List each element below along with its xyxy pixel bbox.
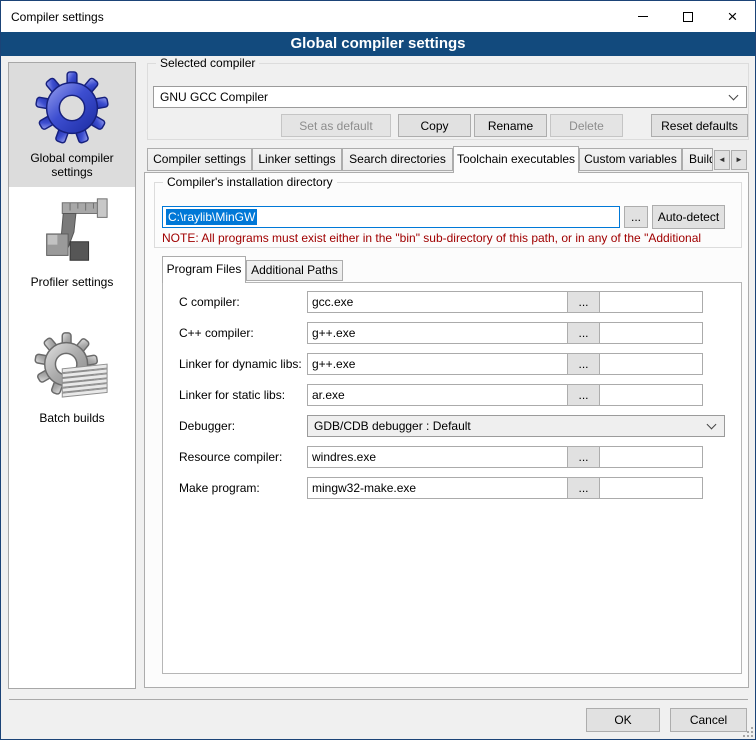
subtab-program-files[interactable]: Program Files	[162, 256, 246, 283]
make-program-input[interactable]	[307, 477, 703, 499]
static-linker-row: Linker for static libs: ...	[163, 384, 741, 406]
close-button[interactable]: ×	[710, 1, 755, 32]
sidebar-item-profiler-settings[interactable]: Profiler settings	[9, 187, 135, 297]
minimize-icon	[638, 16, 648, 17]
set-as-default-button[interactable]: Set as default	[281, 114, 391, 137]
arrow-left-icon: ◄	[718, 155, 726, 164]
maximize-button[interactable]	[665, 1, 710, 32]
program-files-page: C compiler: ... C++ compiler: ... Linker…	[162, 282, 742, 674]
chevron-down-icon	[729, 91, 739, 101]
installation-directory-selected-text: C:\raylib\MinGW	[166, 209, 257, 225]
maximize-icon	[683, 12, 693, 22]
debugger-label: Debugger:	[179, 419, 235, 433]
dynamic-linker-input[interactable]	[307, 353, 703, 375]
auto-detect-button[interactable]: Auto-detect	[652, 205, 725, 229]
settings-category-list: Global compiler settings Profiler settin…	[8, 62, 136, 689]
compiler-select[interactable]: GNU GCC Compiler	[153, 86, 747, 108]
installation-directory-group-label: Compiler's installation directory	[163, 175, 337, 189]
resource-compiler-browse-button[interactable]: ...	[567, 446, 600, 468]
close-icon: ×	[728, 8, 738, 25]
installation-directory-input[interactable]: C:\raylib\MinGW	[162, 206, 620, 228]
resource-compiler-label: Resource compiler:	[179, 450, 282, 464]
bin-subdirectory-note: NOTE: All programs must exist either in …	[162, 231, 734, 245]
debugger-select[interactable]: GDB/CDB debugger : Default	[307, 415, 725, 437]
cpp-compiler-input[interactable]	[307, 322, 703, 344]
static-linker-label: Linker for static libs:	[179, 388, 285, 402]
debugger-select-value: GDB/CDB debugger : Default	[314, 419, 471, 433]
chevron-down-icon	[707, 420, 717, 430]
tab-custom-variables[interactable]: Custom variables	[579, 148, 682, 171]
minimize-button[interactable]	[620, 1, 665, 32]
c-compiler-input[interactable]	[307, 291, 703, 313]
tab-scroll-right-button[interactable]: ►	[731, 150, 747, 170]
blue-gear-icon	[33, 69, 111, 147]
dynamic-linker-browse-button[interactable]: ...	[567, 353, 600, 375]
sidebar-item-batch-builds[interactable]: Batch builds	[9, 323, 135, 433]
tab-build-options[interactable]: Build options	[682, 148, 713, 171]
tab-search-directories[interactable]: Search directories	[342, 148, 453, 171]
selected-compiler-group-label: Selected compiler	[156, 56, 259, 70]
dynamic-linker-label: Linker for dynamic libs:	[179, 357, 302, 371]
tab-toolchain-executables[interactable]: Toolchain executables	[453, 146, 579, 173]
gray-gear-stack-icon	[33, 329, 111, 407]
resource-compiler-input[interactable]	[307, 446, 703, 468]
static-linker-browse-button[interactable]: ...	[567, 384, 600, 406]
compiler-settings-dialog: Compiler settings × Global compiler sett…	[0, 0, 756, 740]
window-title: Compiler settings	[1, 10, 104, 24]
tab-compiler-settings[interactable]: Compiler settings	[147, 148, 252, 171]
browse-directory-button[interactable]: ...	[624, 206, 648, 228]
cancel-button[interactable]: Cancel	[670, 708, 747, 732]
debugger-row: Debugger: GDB/CDB debugger : Default	[163, 415, 741, 437]
dynamic-linker-row: Linker for dynamic libs: ...	[163, 353, 741, 375]
subtab-additional-paths[interactable]: Additional Paths	[246, 260, 343, 281]
title-bar[interactable]: Compiler settings ×	[1, 1, 755, 32]
make-program-browse-button[interactable]: ...	[567, 477, 600, 499]
cpp-compiler-browse-button[interactable]: ...	[567, 322, 600, 344]
make-program-label: Make program:	[179, 481, 260, 495]
reset-defaults-button[interactable]: Reset defaults	[651, 114, 748, 137]
copy-button[interactable]: Copy	[398, 114, 471, 137]
caliper-icon	[33, 193, 111, 271]
c-compiler-row: C compiler: ...	[163, 291, 741, 313]
resource-compiler-row: Resource compiler: ...	[163, 446, 741, 468]
sidebar-item-label: Global compiler settings	[11, 151, 133, 179]
compiler-select-value: GNU GCC Compiler	[160, 90, 268, 104]
toolchain-executables-page: Compiler's installation directory C:\ray…	[144, 172, 749, 688]
delete-button[interactable]: Delete	[550, 114, 623, 137]
arrow-right-icon: ►	[735, 155, 743, 164]
make-program-row: Make program: ...	[163, 477, 741, 499]
rename-button[interactable]: Rename	[474, 114, 547, 137]
cpp-compiler-label: C++ compiler:	[179, 326, 254, 340]
c-compiler-browse-button[interactable]: ...	[567, 291, 600, 313]
footer-divider	[9, 699, 748, 700]
resize-grip[interactable]	[743, 727, 753, 737]
cpp-compiler-row: C++ compiler: ...	[163, 322, 741, 344]
static-linker-input[interactable]	[307, 384, 703, 406]
sidebar-item-label: Profiler settings	[31, 275, 114, 289]
sidebar-item-label: Batch builds	[39, 411, 104, 425]
ok-button[interactable]: OK	[586, 708, 660, 732]
c-compiler-label: C compiler:	[179, 295, 240, 309]
tab-linker-settings[interactable]: Linker settings	[252, 148, 342, 171]
page-title: Global compiler settings	[1, 32, 755, 56]
sidebar-item-global-compiler-settings[interactable]: Global compiler settings	[9, 63, 135, 187]
tab-scroll-left-button[interactable]: ◄	[714, 150, 730, 170]
